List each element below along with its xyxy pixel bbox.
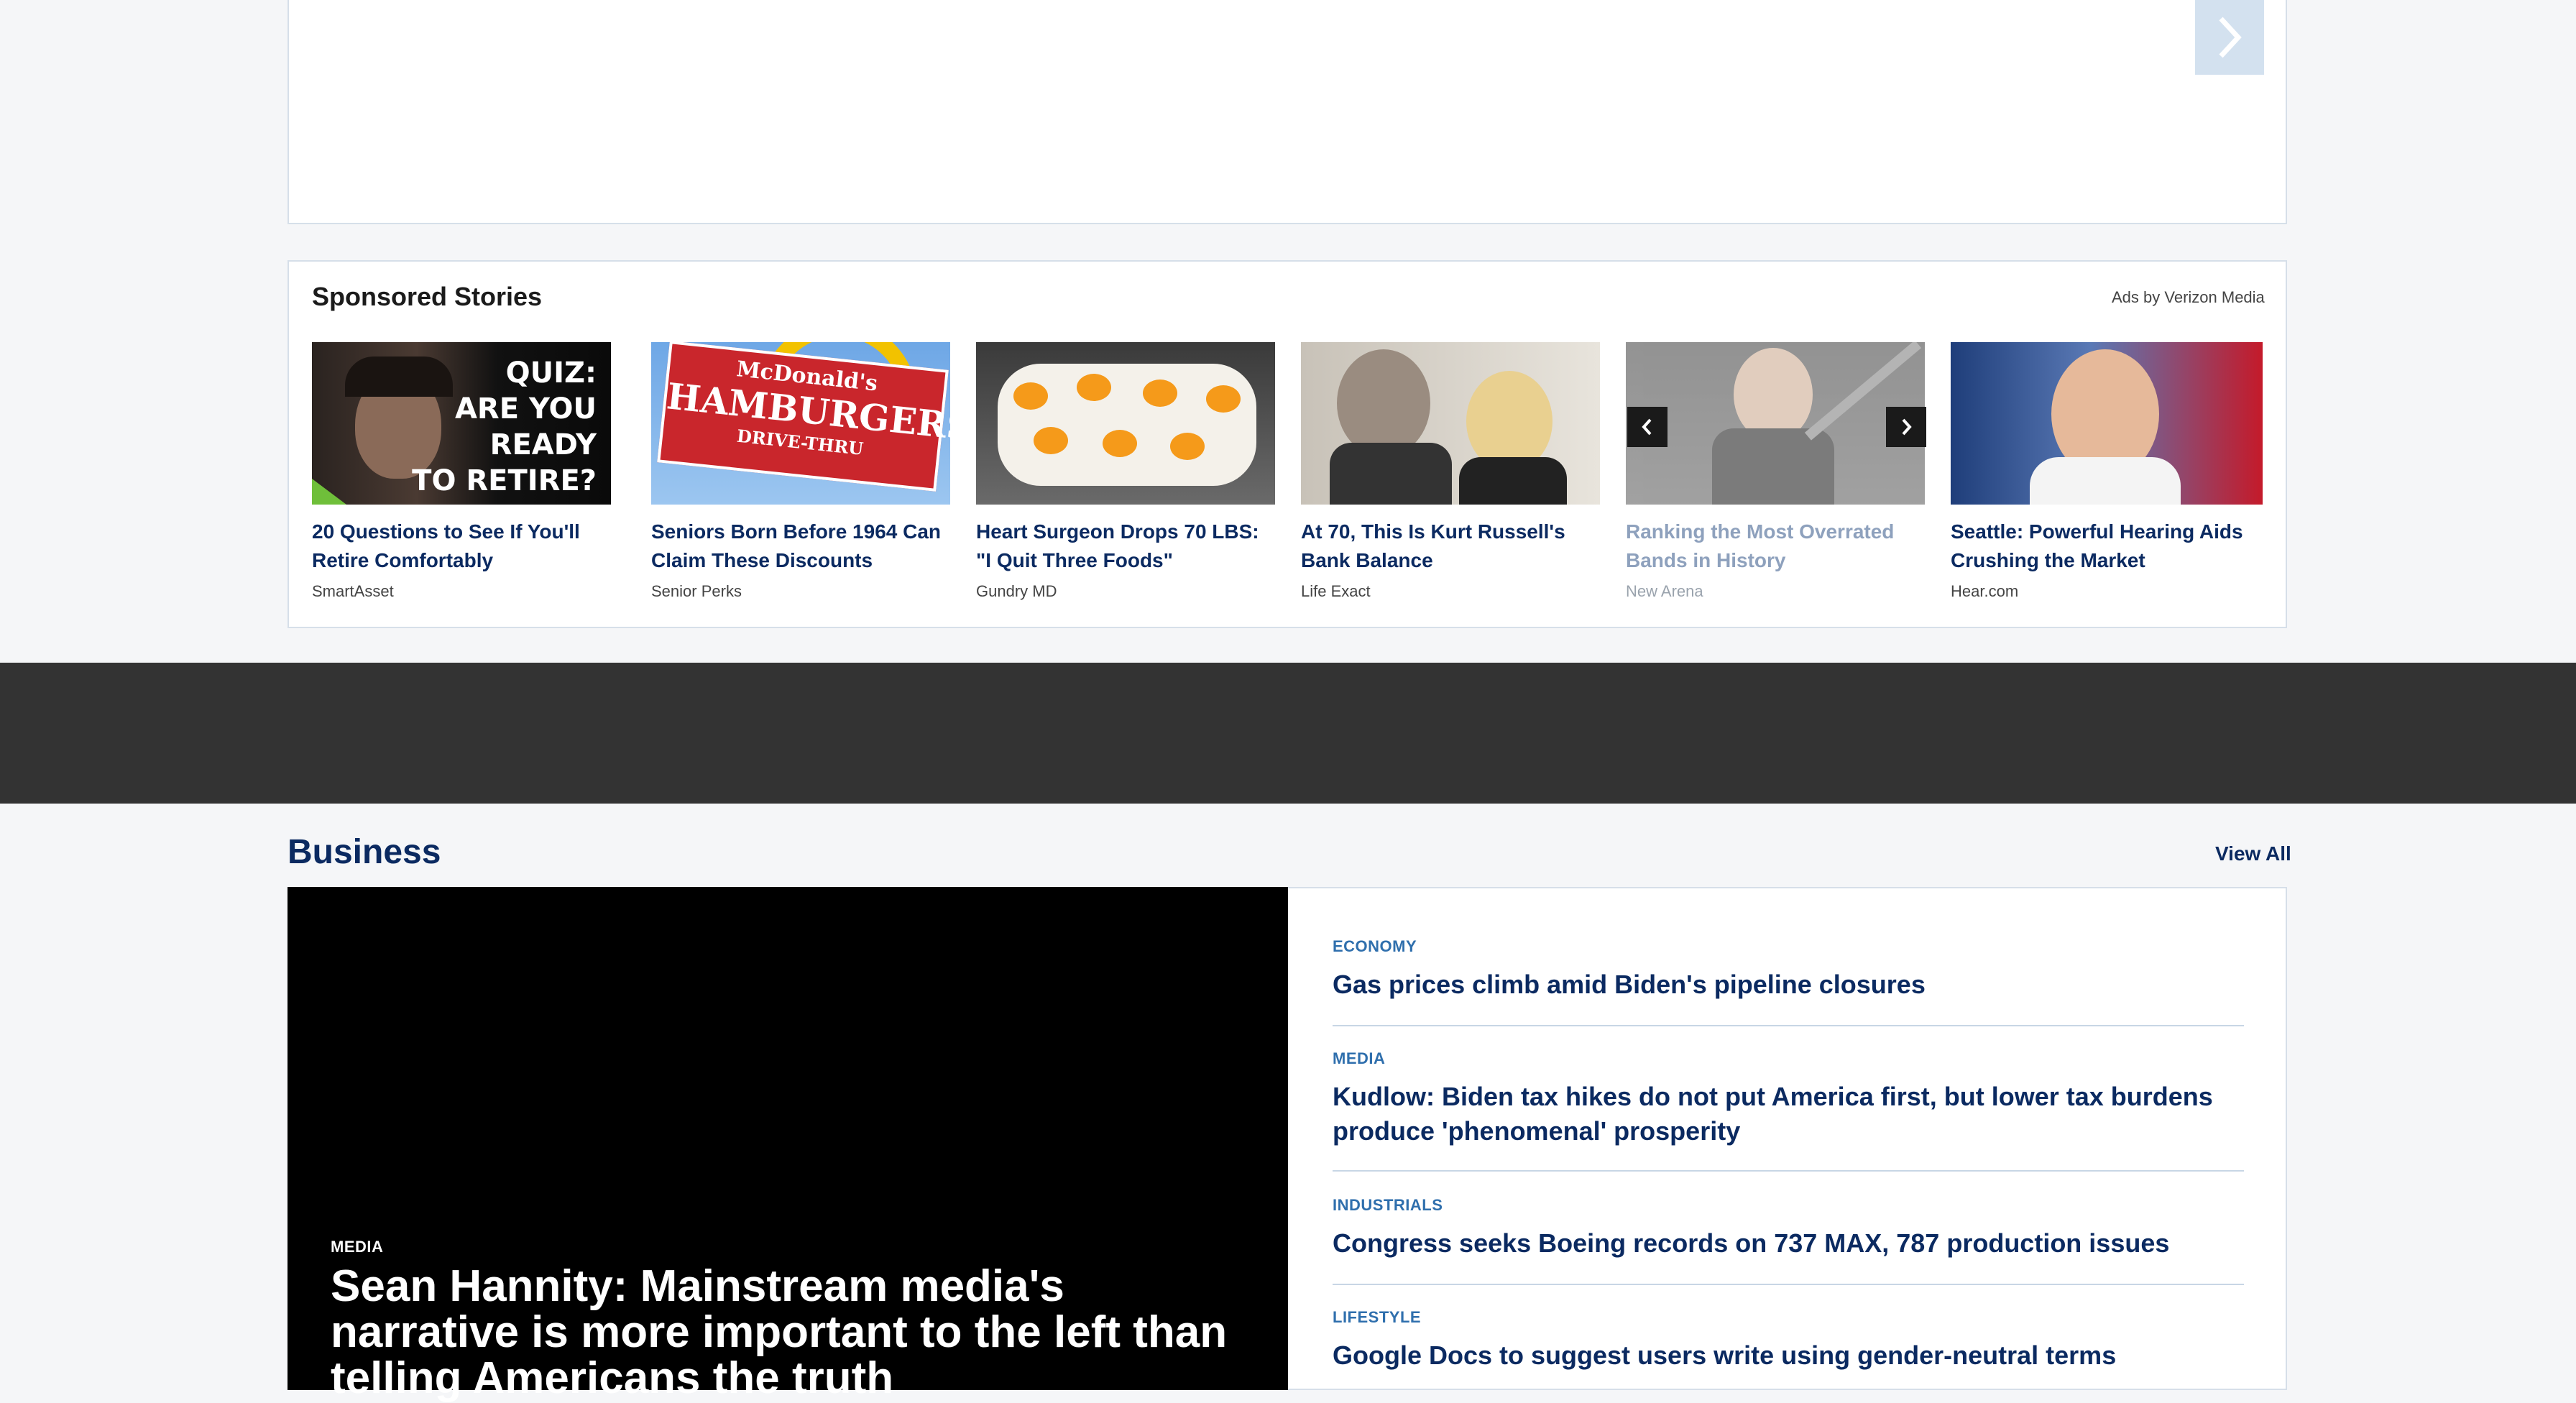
sponsored-stories-title: Sponsored Stories bbox=[312, 282, 543, 311]
carousel-next-button[interactable] bbox=[2195, 0, 2264, 75]
overlay-line: QUIZ: bbox=[505, 356, 597, 390]
chevron-right-icon bbox=[2219, 17, 2242, 58]
card-image bbox=[1951, 342, 2263, 505]
card-overlay-text: QUIZ: ARE YOU READY TO RETIRE? bbox=[412, 355, 597, 499]
divider bbox=[1333, 1025, 2244, 1026]
divider bbox=[1333, 1170, 2244, 1172]
list-item[interactable]: MEDIA Kudlow: Biden tax hikes do not put… bbox=[1333, 1049, 2244, 1149]
sponsored-card[interactable]: At 70, This Is Kurt Russell's Bank Balan… bbox=[1301, 342, 1600, 601]
card-image: McDonald's HAMBURGERS DRIVE-THRU bbox=[651, 342, 950, 505]
card-source: Gundry MD bbox=[976, 582, 1057, 600]
chevron-left-icon bbox=[1642, 418, 1652, 436]
sponsored-card[interactable]: Seattle: Powerful Hearing Aids Crushing … bbox=[1951, 342, 2263, 601]
sponsored-prev-button[interactable] bbox=[1627, 407, 1668, 447]
list-item[interactable]: LIFESTYLE Google Docs to suggest users w… bbox=[1333, 1308, 2244, 1373]
item-category[interactable]: MEDIA bbox=[1333, 1049, 2244, 1068]
list-item[interactable]: INDUSTRIALS Congress seeks Boeing record… bbox=[1333, 1196, 2244, 1261]
card-source: Life Exact bbox=[1301, 582, 1371, 600]
card-title[interactable]: Ranking the Most Overrated Bands in Hist… bbox=[1626, 518, 1925, 575]
view-all-link[interactable]: View All bbox=[2215, 842, 2291, 865]
overlay-line: TO RETIRE? bbox=[412, 464, 597, 497]
hero-title[interactable]: Sean Hannity: Mainstream media's narrati… bbox=[331, 1264, 1236, 1402]
card-source: New Arena bbox=[1626, 582, 1703, 600]
chevron-right-icon bbox=[1902, 418, 1912, 436]
item-title[interactable]: Congress seeks Boeing records on 737 MAX… bbox=[1333, 1226, 2244, 1261]
sponsored-card[interactable]: Heart Surgeon Drops 70 LBS: "I Quit Thre… bbox=[976, 342, 1275, 601]
card-title[interactable]: Seattle: Powerful Hearing Aids Crushing … bbox=[1951, 518, 2263, 575]
card-source: Hear.com bbox=[1951, 582, 2019, 600]
dark-ad-band bbox=[0, 663, 2576, 804]
sponsored-next-button[interactable] bbox=[1886, 407, 1926, 447]
overlay-line: ARE YOU bbox=[454, 392, 597, 426]
card-image bbox=[976, 342, 1275, 505]
top-carousel-module bbox=[288, 0, 2287, 224]
item-title[interactable]: Google Docs to suggest users write using… bbox=[1333, 1338, 2244, 1373]
divider bbox=[1333, 1284, 2244, 1285]
card-source: SmartAsset bbox=[312, 582, 394, 600]
card-title[interactable]: 20 Questions to See If You'll Retire Com… bbox=[312, 518, 611, 575]
card-title[interactable]: Seniors Born Before 1964 Can Claim These… bbox=[651, 518, 950, 575]
item-category[interactable]: INDUSTRIALS bbox=[1333, 1196, 2244, 1215]
sponsored-card[interactable]: Ranking the Most Overrated Bands in Hist… bbox=[1626, 342, 1925, 601]
card-image bbox=[1626, 342, 1925, 505]
item-title[interactable]: Kudlow: Biden tax hikes do not put Ameri… bbox=[1333, 1080, 2244, 1149]
card-source: Senior Perks bbox=[651, 582, 742, 600]
item-title[interactable]: Gas prices climb amid Biden's pipeline c… bbox=[1333, 967, 2244, 1002]
card-title[interactable]: At 70, This Is Kurt Russell's Bank Balan… bbox=[1301, 518, 1600, 575]
overlay-line: READY bbox=[489, 428, 597, 461]
card-title[interactable]: Heart Surgeon Drops 70 LBS: "I Quit Thre… bbox=[976, 518, 1275, 575]
card-image bbox=[1301, 342, 1600, 505]
item-category[interactable]: ECONOMY bbox=[1333, 937, 2244, 956]
sponsored-card[interactable]: McDonald's HAMBURGERS DRIVE-THRU Seniors… bbox=[651, 342, 950, 601]
ads-by-label[interactable]: Ads by Verizon Media bbox=[2112, 288, 2265, 307]
section-title[interactable]: Business bbox=[288, 832, 441, 872]
item-category[interactable]: LIFESTYLE bbox=[1333, 1308, 2244, 1327]
hero-category[interactable]: MEDIA bbox=[331, 1238, 383, 1256]
sponsored-card[interactable]: QUIZ: ARE YOU READY TO RETIRE? 20 Questi… bbox=[312, 342, 611, 601]
list-item[interactable]: ECONOMY Gas prices climb amid Biden's pi… bbox=[1333, 937, 2244, 1002]
card-image: QUIZ: ARE YOU READY TO RETIRE? bbox=[312, 342, 611, 505]
